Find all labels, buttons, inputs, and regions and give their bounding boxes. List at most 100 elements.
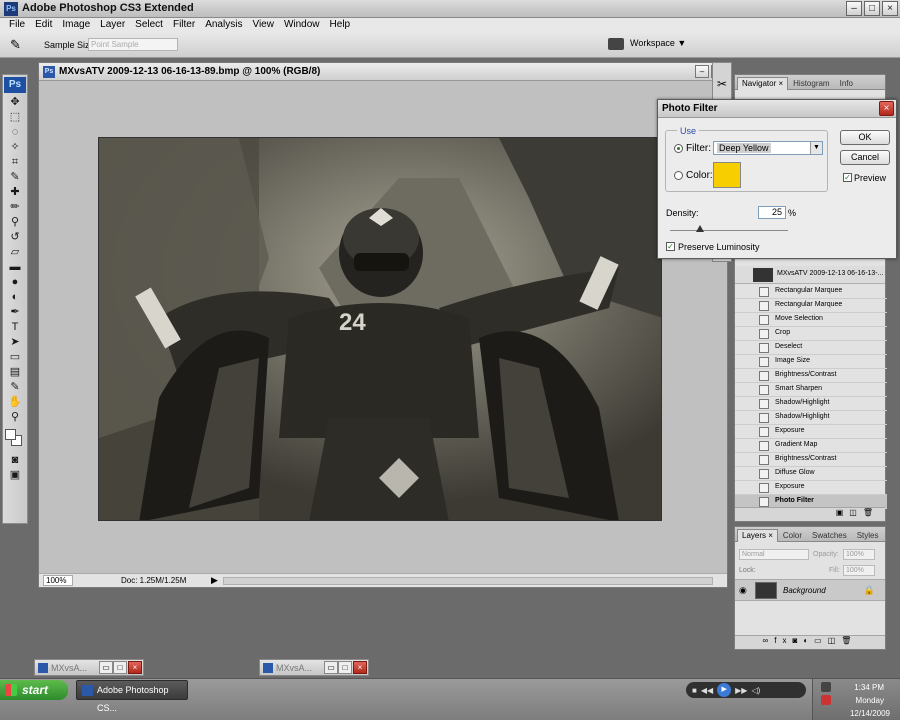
maximize-button[interactable]: □ [338,661,352,674]
maximize-button[interactable]: □ [113,661,127,674]
ok-button[interactable]: OK [840,130,890,145]
notes-tool-icon[interactable]: ▤ [4,365,26,380]
tools-panel-icon[interactable]: ✂ [715,77,729,91]
restore-button[interactable]: ▭ [324,661,338,674]
density-slider-track[interactable] [670,230,788,231]
stop-icon[interactable]: ■ [692,686,697,695]
tab-layers[interactable]: Layers × [737,529,778,542]
preserve-luminosity-checkbox[interactable]: ✓ [666,242,675,251]
sample-size-select[interactable]: Point Sample [88,38,178,51]
workspace-button[interactable]: Workspace ▼ [630,38,686,48]
move-tool-icon[interactable]: ✥ [4,95,26,110]
network-icon[interactable] [821,682,831,692]
shape-tool-icon[interactable]: ▭ [4,350,26,365]
tab-histogram[interactable]: Histogram [788,77,834,90]
lasso-tool-icon[interactable]: ◌ [4,125,26,140]
tab-navigator[interactable]: Navigator × [737,77,789,90]
filter-radio[interactable] [674,144,683,153]
fx-icon[interactable]: fx [774,636,792,645]
menu-layer[interactable]: Layer [95,18,130,32]
close-button[interactable]: × [353,661,367,674]
pen-tool-icon[interactable]: ✒ [4,305,26,320]
blur-tool-icon[interactable]: ● [4,275,26,290]
zoom-field[interactable]: 100% [43,575,73,586]
tab-styles[interactable]: Styles [852,529,884,542]
history-item[interactable]: Diffuse Glow [735,467,887,481]
group-icon[interactable]: ▭ [814,636,828,645]
history-item[interactable]: Shadow/Highlight [735,397,887,411]
mask-icon[interactable]: ◙ [792,636,803,645]
history-item[interactable]: Shadow/Highlight [735,411,887,425]
brush-tool-icon[interactable]: ✏ [4,200,26,215]
fill-field[interactable]: 100% [843,565,875,576]
history-item[interactable]: Rectangular Marquee [735,299,887,313]
history-brush-tool-icon[interactable]: ↺ [4,230,26,245]
start-button[interactable]: start [0,680,68,700]
density-field[interactable]: 25 [758,206,786,219]
history-item[interactable]: Image Size [735,355,887,369]
horizontal-scrollbar[interactable] [223,577,713,585]
minimize-button[interactable]: – [846,1,862,16]
close-button[interactable]: × [128,661,142,674]
menu-analysis[interactable]: Analysis [200,18,247,32]
workspace-icon[interactable] [608,38,624,50]
color-sampler-tool-icon[interactable]: ✎ [4,380,26,395]
stamp-tool-icon[interactable]: ⚲ [4,215,26,230]
close-button[interactable]: × [882,1,898,16]
eyedropper-tool-icon[interactable]: ✎ [4,170,26,185]
minimized-document-1[interactable]: MXvsA... ▭ □ × [34,659,144,676]
history-snapshot[interactable]: MXvsATV 2009-12-13 06-16-13-... [735,266,885,284]
taskbar-photoshop-button[interactable]: Adobe Photoshop CS... [76,680,188,713]
next-icon[interactable]: ▶▶ [735,686,747,695]
crop-tool-icon[interactable]: ⌗ [4,155,26,170]
blend-mode-select[interactable]: Normal [739,549,809,560]
history-item[interactable]: Exposure [735,481,887,495]
document-minimize-button[interactable]: – [695,65,709,78]
zoom-tool-icon[interactable]: ⚲ [4,410,26,425]
menu-image[interactable]: Image [57,18,95,32]
gradient-tool-icon[interactable]: ▬ [4,260,26,275]
eraser-tool-icon[interactable]: ▱ [4,245,26,260]
trash-icon[interactable]: 🗑 [841,636,857,645]
security-icon[interactable] [821,695,831,705]
restore-button[interactable]: ▭ [99,661,113,674]
history-item[interactable]: Rectangular Marquee [735,285,887,299]
layer-row-background[interactable]: ◉ Background 🔒 [735,579,885,601]
image-canvas[interactable]: 24 [98,137,662,521]
color-swatches[interactable] [4,429,26,449]
volume-icon[interactable]: ◁) [751,686,760,695]
preview-checkbox[interactable]: ✓ [843,173,852,182]
menu-help[interactable]: Help [325,18,356,32]
menu-filter[interactable]: Filter [168,18,200,32]
status-menu-arrow[interactable]: ▶ [211,575,218,586]
eyedropper-icon[interactable]: ✎ [10,37,26,53]
tab-info[interactable]: Info [835,77,858,90]
menu-select[interactable]: Select [130,18,168,32]
new-document-icon[interactable]: ◫ [849,508,863,517]
dialog-close-button[interactable]: × [879,101,894,116]
visibility-eye-icon[interactable]: ◉ [739,585,747,596]
opacity-field[interactable]: 100% [843,549,875,560]
history-item[interactable]: Exposure [735,425,887,439]
screen-mode-icon[interactable]: ▣ [4,468,26,483]
dodge-tool-icon[interactable]: ◐ [4,290,26,305]
new-layer-icon[interactable]: ◫ [828,636,842,645]
filter-select[interactable]: Deep Yellow ▼ [713,141,823,155]
chevron-down-icon[interactable]: ▼ [810,142,822,154]
history-item[interactable]: Gradient Map [735,439,887,453]
quick-mask-icon[interactable]: ◙ [4,453,26,468]
path-selection-tool-icon[interactable]: ➤ [4,335,26,350]
density-slider-thumb[interactable] [695,225,704,232]
cancel-button[interactable]: Cancel [840,150,890,165]
marquee-tool-icon[interactable]: ⬚ [4,110,26,125]
magic-wand-tool-icon[interactable]: ✧ [4,140,26,155]
history-item[interactable]: Move Selection [735,313,887,327]
previous-icon[interactable]: ◀◀ [701,686,713,695]
new-snapshot-icon[interactable]: ▣ [836,508,850,517]
history-item[interactable]: Brightness/Contrast [735,369,887,383]
menu-view[interactable]: View [247,18,279,32]
play-icon[interactable]: ▶ [717,683,732,697]
history-item[interactable]: Brightness/Contrast [735,453,887,467]
menu-window[interactable]: Window [279,18,325,32]
history-item[interactable]: Smart Sharpen [735,383,887,397]
